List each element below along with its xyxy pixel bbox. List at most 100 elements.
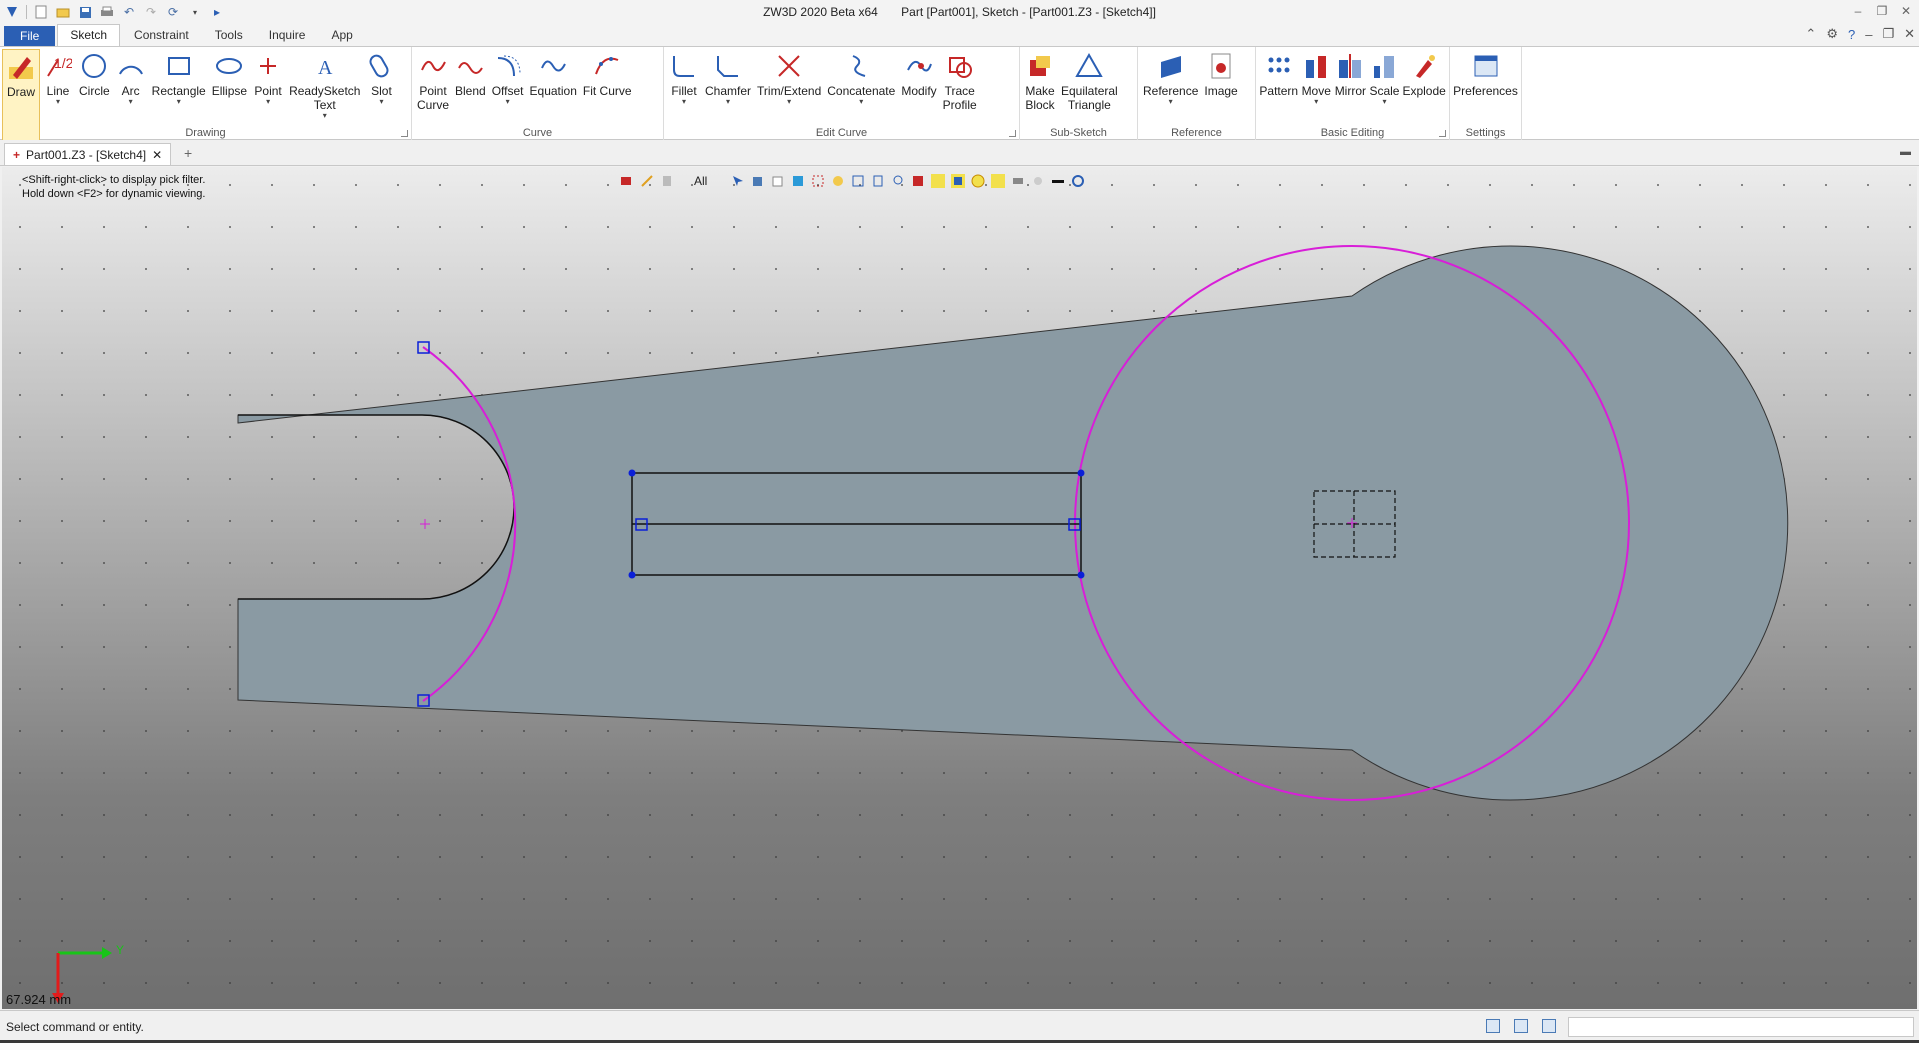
close-tab-icon[interactable]: ✕ [152,148,162,162]
ribbon: Draw 1/2 Line ▾ Circle Arc ▾ Rectangle ▾… [0,46,1919,141]
dropdown-arrow-icon[interactable]: ▾ [187,4,203,20]
redo-icon[interactable]: ↷ [143,4,159,20]
dropdown-arrow-icon[interactable]: ▾ [323,112,327,120]
hint-line-1: <Shift-right-click> to display pick filt… [22,174,206,186]
cursor-icon[interactable] [731,174,745,188]
group-label-settings: Settings [1465,127,1506,139]
ribbon-tab-strip: File Sketch Constraint Tools Inquire App… [0,24,1919,46]
section-icon[interactable] [871,174,885,188]
snap-grid-icon[interactable] [951,174,966,188]
svg-text:1/2: 1/2 [54,55,72,71]
dropdown-arrow-icon[interactable]: ▾ [1382,98,1386,106]
pin-icon: + [13,147,21,162]
dropdown-arrow-icon[interactable]: ▾ [1314,98,1318,106]
dropdown-arrow-icon[interactable]: ▾ [379,98,383,106]
sketch-canvas[interactable] [2,167,1917,1009]
close-icon[interactable]: ✕ [1897,2,1915,20]
point-icon [253,51,283,81]
collapse-ribbon-icon[interactable]: ⌃ [1805,26,1816,42]
group-label-sub-sketch: Sub-Sketch [1050,127,1107,139]
dropdown-arrow-icon[interactable]: ▾ [129,98,133,106]
dropdown-arrow-icon[interactable]: ▾ [859,98,863,106]
minimize-icon[interactable]: – [1849,2,1867,20]
regen-icon[interactable]: ⟳ [165,4,181,20]
tab-sketch[interactable]: Sketch [57,24,121,46]
constraint-display-icon[interactable] [991,174,1006,188]
display-mode-icon[interactable] [791,174,805,188]
fit-curve-icon [592,51,622,81]
tab-file[interactable]: File [4,26,56,46]
target-icon[interactable] [971,174,985,188]
layer-icon[interactable] [1011,174,1025,188]
inspect-icon[interactable] [891,174,905,188]
dropdown-arrow-icon[interactable]: ▾ [1169,98,1173,106]
blend-icon [455,51,485,81]
frame-icon[interactable] [851,174,865,188]
make-block-icon [1025,51,1055,81]
gear-icon[interactable]: ⚙ [1826,26,1838,42]
help-icon[interactable]: ? [1848,27,1855,42]
dialog-launcher-icon[interactable] [1009,130,1016,137]
viewport-hint: <Shift-right-click> to display pick filt… [22,173,205,201]
dropdown-arrow-icon[interactable]: ▾ [177,98,181,106]
group-curve: Point Curve Blend Offset ▾ Equation Fit … [412,47,664,141]
dropdown-arrow-icon[interactable]: ▾ [726,98,730,106]
open-folder-icon[interactable] [55,4,71,20]
add-tab-icon[interactable]: + [184,145,192,161]
settings-wheel-icon[interactable] [1071,174,1085,188]
line-style-icon[interactable] [1051,174,1065,188]
view-cube-icon[interactable] [771,174,785,188]
panel-icon[interactable] [1542,1019,1556,1033]
dropdown-arrow-icon[interactable]: ▾ [266,98,270,106]
mini-close-icon[interactable]: ✕ [1904,26,1915,42]
dropdown-arrow-icon[interactable]: ▾ [682,98,686,106]
pencil-icon[interactable] [640,174,654,188]
exit-sketch-icon[interactable] [620,174,634,188]
document-tab-strip: + Part001.Z3 - [Sketch4] ✕ + ▬ [0,140,1919,166]
group-label-edit-curve: Edit Curve [815,127,868,139]
dropdown-arrow-icon[interactable]: ▾ [787,98,791,106]
tab-app[interactable]: App [319,25,364,46]
pick-filter-select[interactable]: All [694,174,707,188]
triangle-icon [1074,51,1104,81]
modify-icon [904,51,934,81]
snap-icon[interactable] [931,174,946,188]
app-logo-icon[interactable] [4,4,20,20]
grid-icon[interactable] [811,174,825,188]
restore-icon[interactable]: ❐ [1873,2,1891,20]
line-icon: 1/2 [43,51,73,81]
dropdown-arrow-icon[interactable]: ▾ [56,98,60,106]
document-tab-label: Part001.Z3 - [Sketch4] [26,147,147,162]
tab-inquire[interactable]: Inquire [257,25,318,46]
group-drawing: Draw 1/2 Line ▾ Circle Arc ▾ Rectangle ▾… [0,47,412,141]
graphics-viewport[interactable]: <Shift-right-click> to display pick filt… [2,167,1917,1009]
new-file-icon[interactable] [33,4,49,20]
color-icon[interactable] [911,174,925,188]
tab-list-icon[interactable]: ▬ [1900,146,1911,158]
pick-filter-icon[interactable] [660,174,674,188]
run-icon[interactable]: ▸ [209,4,225,20]
dialog-launcher-icon[interactable] [1439,130,1446,137]
zoom-icon[interactable] [831,174,845,188]
group-settings: Preferences Settings [1450,47,1522,141]
document-tab[interactable]: + Part001.Z3 - [Sketch4] ✕ [4,143,172,165]
preferences-icon [1471,51,1501,81]
tab-tools[interactable]: Tools [203,25,255,46]
command-input[interactable] [1568,1017,1914,1037]
mini-restore-icon[interactable]: ❐ [1882,26,1894,42]
dialog-launcher-icon[interactable] [401,130,408,137]
save-icon[interactable] [77,4,93,20]
dropdown-arrow-icon[interactable]: ▾ [506,98,510,106]
layout-icon[interactable] [1486,1019,1500,1033]
print-icon[interactable] [99,4,115,20]
fillet-icon [669,51,699,81]
hint-line-2: Hold down <F2> for dynamic viewing. [22,188,206,200]
group-label-basic-editing: Basic Editing [1320,127,1385,139]
light-icon[interactable] [1031,174,1045,188]
cube-icon[interactable] [751,174,765,188]
monitor-icon[interactable] [1514,1019,1528,1033]
trim-extend-icon [774,51,804,81]
tab-constraint[interactable]: Constraint [122,25,201,46]
undo-icon[interactable]: ↶ [121,4,137,20]
mini-minimize-icon[interactable]: – [1865,27,1872,42]
